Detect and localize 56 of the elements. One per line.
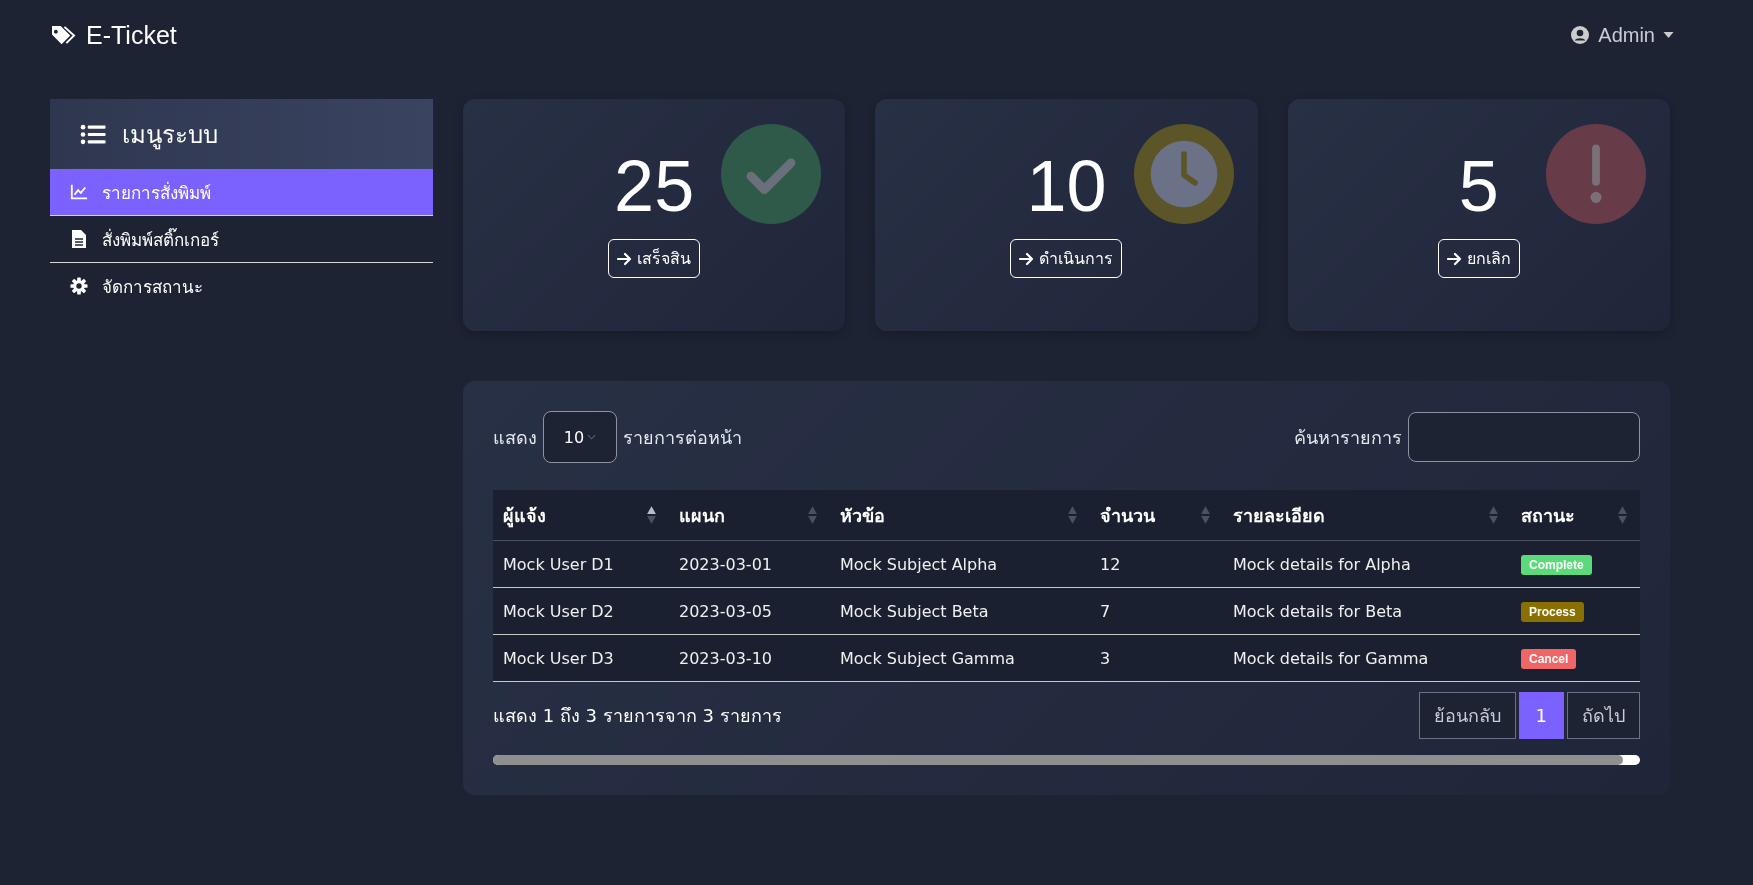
table-cell: Mock Subject Alpha <box>830 540 1090 588</box>
status-badge: Cancel <box>1521 648 1577 669</box>
table-cell: Mock details for Gamma <box>1223 634 1511 682</box>
chevron-down-icon <box>587 434 597 440</box>
stat-count: 10 <box>1026 149 1107 223</box>
arrow-right-icon <box>617 251 634 266</box>
arrow-right-icon <box>1019 251 1036 266</box>
status-badge: Process <box>1521 601 1584 622</box>
page-length-select[interactable]: 10 <box>543 411 617 463</box>
column-header[interactable]: รายละเอียด <box>1223 490 1511 541</box>
table-info: แสดง 1 ถึง 3 รายการจาก 3 รายการ <box>493 704 782 728</box>
sidebar-item[interactable]: สั่งพิมพ์สติ๊กเกอร์ <box>50 216 433 263</box>
table-cell: Mock Subject Beta <box>830 587 1090 635</box>
sidebar-item[interactable]: จัดการสถานะ <box>50 263 433 309</box>
column-header[interactable]: จำนวน <box>1090 490 1223 541</box>
search-label: ค้นหารายการ <box>1294 425 1402 450</box>
table-cell: Mock User D2 <box>493 587 669 635</box>
settings-icon <box>70 277 88 295</box>
tags-icon <box>50 23 77 47</box>
column-header[interactable]: ผู้แจ้ง <box>493 490 669 541</box>
stat-count: 25 <box>614 149 695 223</box>
table-cell: 2023-03-01 <box>669 540 830 588</box>
column-header[interactable]: หัวข้อ <box>830 490 1090 541</box>
pagination-button[interactable]: 1 <box>1518 692 1564 739</box>
label: แสดง <box>493 425 537 450</box>
column-header[interactable]: แผนก <box>669 490 830 541</box>
table-cell: 12 <box>1090 540 1223 588</box>
status-link-button[interactable]: เสร็จสิน <box>608 239 701 278</box>
user-avatar-icon <box>1570 25 1591 45</box>
status-link-button[interactable]: ยกเลิก <box>1437 239 1520 278</box>
search-field[interactable] <box>1408 412 1640 462</box>
document-icon <box>70 230 88 248</box>
table-cell: 7 <box>1090 587 1223 635</box>
column-header[interactable]: สถานะ <box>1511 490 1640 541</box>
sidebar-title: เมนูระบบ <box>122 119 218 152</box>
status-link-button[interactable]: ดำเนินการ <box>1010 239 1123 278</box>
table-cell: Mock User D1 <box>493 540 669 588</box>
pagination-button[interactable]: ถัดไป <box>1567 692 1640 739</box>
caret-icon <box>1663 32 1674 38</box>
table-cell: 3 <box>1090 634 1223 682</box>
status-badge: Complete <box>1521 554 1592 575</box>
table-cell: Mock Subject Gamma <box>830 634 1090 682</box>
table-cell: 2023-03-05 <box>669 587 830 635</box>
user-menu-button[interactable]: Admin <box>1566 19 1678 51</box>
brand-name: E-Ticket <box>86 20 177 50</box>
arrow-right-icon <box>1446 251 1463 266</box>
list-icon <box>80 123 106 145</box>
stat-count: 5 <box>1458 149 1499 223</box>
label: รายการต่อหน้า <box>623 425 742 450</box>
pagination-button[interactable]: ย้อนกลับ <box>1418 692 1516 739</box>
sidebar-item[interactable]: รายการสั่งพิมพ์ <box>50 169 433 216</box>
chart-icon <box>70 183 88 201</box>
table-cell: Mock details for Beta <box>1223 587 1511 635</box>
table-cell: 2023-03-10 <box>669 634 830 682</box>
table-cell: Mock details for Alpha <box>1223 540 1511 588</box>
table-cell: Mock User D3 <box>493 634 669 682</box>
